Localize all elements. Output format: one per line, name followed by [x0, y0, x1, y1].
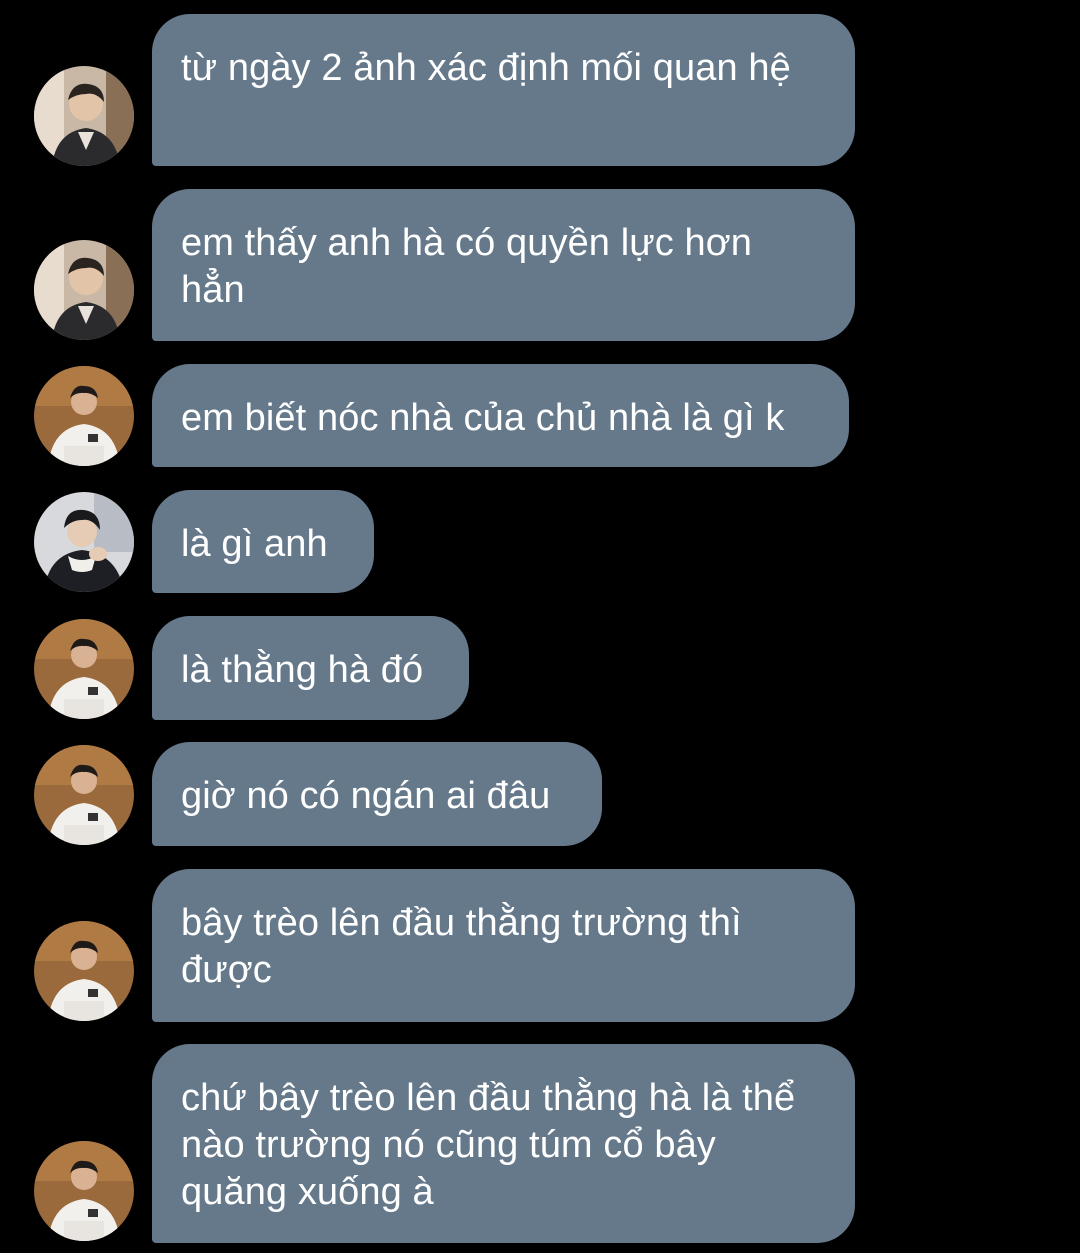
- message-bubble[interactable]: giờ nó có ngán ai đâu: [152, 742, 602, 846]
- message-bubble[interactable]: em biết nóc nhà của chủ nhà là gì k: [152, 364, 849, 467]
- message-bubble[interactable]: em thấy anh hà có quyền lực hơn hẳn: [152, 189, 855, 341]
- message-bubble[interactable]: là gì anh: [152, 490, 374, 593]
- user-avatar-icon[interactable]: [34, 1141, 134, 1241]
- message-row: bây trèo lên đầu thằng trường thì được: [0, 869, 1080, 1022]
- message-row: giờ nó có ngán ai đâu: [0, 742, 1080, 846]
- message-bubble[interactable]: chứ bây trèo lên đầu thằng hà là thể nào…: [152, 1044, 855, 1243]
- user-avatar-icon[interactable]: [34, 366, 134, 466]
- user-avatar-icon[interactable]: [34, 745, 134, 845]
- message-row: là thằng hà đó: [0, 616, 1080, 720]
- user-avatar-icon[interactable]: [34, 66, 134, 166]
- user-avatar-icon[interactable]: [34, 921, 134, 1021]
- user-avatar-icon[interactable]: [34, 240, 134, 340]
- message-row: chứ bây trèo lên đầu thằng hà là thể nào…: [0, 1044, 1080, 1243]
- message-row: từ ngày 2 ảnh xác định mối quan hệ: [0, 14, 1080, 166]
- user-avatar-icon[interactable]: [34, 492, 134, 592]
- message-row: là gì anh: [0, 490, 1080, 593]
- user-avatar-icon[interactable]: [34, 619, 134, 719]
- message-bubble[interactable]: là thằng hà đó: [152, 616, 469, 720]
- message-row: em thấy anh hà có quyền lực hơn hẳn: [0, 189, 1080, 341]
- message-bubble[interactable]: từ ngày 2 ảnh xác định mối quan hệ: [152, 14, 855, 166]
- chat-thread[interactable]: từ ngày 2 ảnh xác định mối quan hệ em th…: [0, 0, 1080, 1253]
- message-bubble[interactable]: bây trèo lên đầu thằng trường thì được: [152, 869, 855, 1022]
- message-row: em biết nóc nhà của chủ nhà là gì k: [0, 364, 1080, 467]
